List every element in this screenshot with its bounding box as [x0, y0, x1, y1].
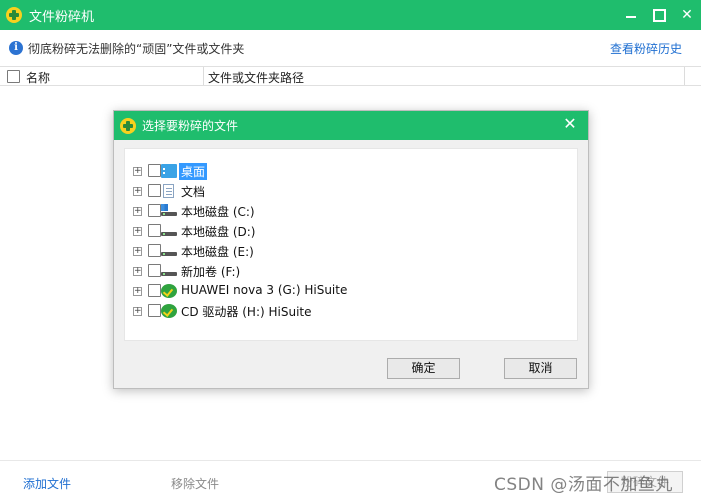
tree-checkbox[interactable]	[148, 224, 161, 237]
column-path[interactable]: 文件或文件夹路径	[208, 69, 304, 86]
select-file-dialog: 选择要粉碎的文件 ✕ + 桌面 + 文档 + 本地磁盘 (C:) + 本地磁盘 …	[113, 110, 589, 389]
system-drive-icon	[161, 204, 177, 218]
close-icon[interactable]: ✕	[673, 0, 701, 30]
column-divider[interactable]	[203, 67, 204, 85]
column-name[interactable]: 名称	[26, 69, 50, 86]
tree-checkbox[interactable]	[148, 164, 161, 177]
tree-item-label: 本地磁盘 (E:)	[181, 245, 254, 259]
tree-item-label: 本地磁盘 (D:)	[181, 225, 256, 239]
tree-item-label: 桌面	[179, 163, 208, 180]
minimize-icon[interactable]	[617, 0, 645, 30]
remove-file-link[interactable]: 移除文件	[171, 475, 219, 492]
expand-icon[interactable]: +	[133, 247, 142, 256]
tree-item-drive-e[interactable]: + 本地磁盘 (E:)	[125, 241, 577, 261]
info-text: 彻底粉碎无法删除的“顽固”文件或文件夹	[28, 41, 245, 56]
dialog-title: 选择要粉碎的文件	[142, 119, 239, 133]
file-list-header: 名称 文件或文件夹路径	[0, 66, 701, 86]
folder-tree: + 桌面 + 文档 + 本地磁盘 (C:) + 本地磁盘 (D:) + 本地磁盘…	[124, 148, 578, 341]
tree-item-label: 文档	[181, 185, 206, 199]
hisuite-icon	[161, 304, 177, 318]
expand-icon[interactable]: +	[133, 307, 142, 316]
drive-icon	[161, 264, 177, 278]
tree-item-drive-g[interactable]: + HUAWEI nova 3 (G:) HiSuite	[125, 281, 577, 301]
tree-item-drive-h[interactable]: + CD 驱动器 (H:) HiSuite	[125, 301, 577, 321]
tree-checkbox[interactable]	[148, 204, 161, 217]
cancel-button[interactable]: 取消	[504, 358, 577, 379]
dialog-title-bar: 选择要粉碎的文件 ✕	[114, 111, 588, 140]
app-logo-icon	[6, 7, 22, 23]
expand-icon[interactable]: +	[133, 167, 142, 176]
dialog-body: + 桌面 + 文档 + 本地磁盘 (C:) + 本地磁盘 (D:) + 本地磁盘…	[114, 140, 588, 388]
tree-checkbox[interactable]	[148, 264, 161, 277]
tree-item-desktop[interactable]: + 桌面	[125, 161, 577, 181]
info-bar: i 彻底粉碎无法删除的“顽固”文件或文件夹 查看粉碎历史	[0, 30, 701, 66]
tree-checkbox[interactable]	[148, 304, 161, 317]
tree-item-drive-f[interactable]: + 新加卷 (F:)	[125, 261, 577, 281]
tree-item-drive-d[interactable]: + 本地磁盘 (D:)	[125, 221, 577, 241]
drive-icon	[161, 224, 177, 238]
app-logo-icon	[120, 117, 136, 134]
add-file-link[interactable]: 添加文件	[23, 475, 71, 492]
column-divider[interactable]	[684, 67, 685, 85]
drive-icon	[161, 244, 177, 258]
expand-icon[interactable]: +	[133, 227, 142, 236]
hisuite-icon	[161, 284, 177, 298]
window-controls: ✕	[617, 0, 701, 30]
tree-checkbox[interactable]	[148, 184, 161, 197]
desktop-icon	[161, 164, 177, 178]
tree-item-label: 新加卷 (F:)	[181, 265, 241, 279]
maximize-icon[interactable]	[645, 0, 673, 30]
tree-checkbox[interactable]	[148, 284, 161, 297]
expand-icon[interactable]: +	[133, 267, 142, 276]
select-all-checkbox[interactable]	[7, 70, 20, 83]
tree-checkbox[interactable]	[148, 244, 161, 257]
window-title: 文件粉碎机	[29, 9, 95, 25]
expand-icon[interactable]: +	[133, 207, 142, 216]
view-history-link[interactable]: 查看粉碎历史	[610, 40, 682, 57]
info-icon: i	[9, 41, 23, 55]
ok-button[interactable]: 确定	[387, 358, 460, 379]
watermark: CSDN @汤面不加鱼丸	[494, 475, 673, 495]
title-bar: 文件粉碎机 ✕	[0, 0, 701, 30]
expand-icon[interactable]: +	[133, 287, 142, 296]
expand-icon[interactable]: +	[133, 187, 142, 196]
tree-item-documents[interactable]: + 文档	[125, 181, 577, 201]
tree-item-label: CD 驱动器 (H:) HiSuite	[181, 305, 312, 319]
document-icon	[163, 184, 174, 198]
dialog-close-icon[interactable]: ✕	[562, 116, 578, 132]
tree-item-label: 本地磁盘 (C:)	[181, 205, 255, 219]
tree-item-label: HUAWEI nova 3 (G:) HiSuite	[181, 283, 348, 297]
tree-item-drive-c[interactable]: + 本地磁盘 (C:)	[125, 201, 577, 221]
